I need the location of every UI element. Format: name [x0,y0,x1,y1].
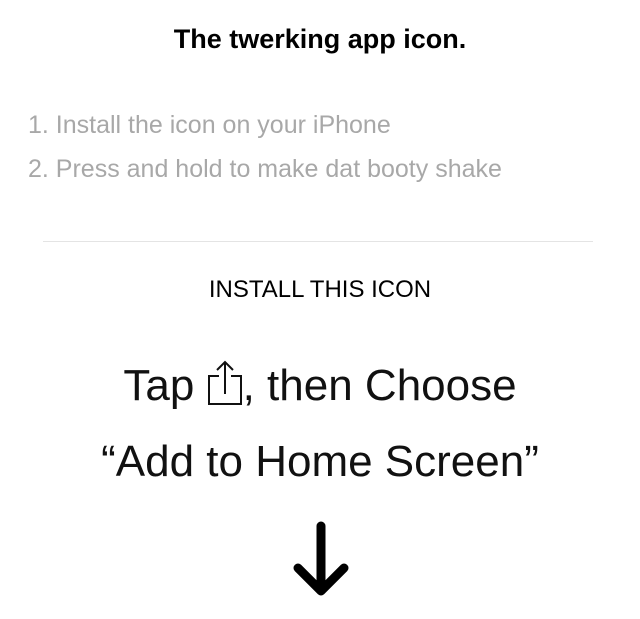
divider [43,241,593,242]
tap-text: Tap [123,361,195,410]
share-icon [207,360,242,405]
steps-list: 1. Install the icon on your iPhone 2. Pr… [28,108,502,196]
page-title: The twerking app icon. [173,24,467,54]
instruction-line-1: Tap , then Choose [0,358,640,411]
step-item: 2. Press and hold to make dat booty shak… [28,155,502,183]
install-heading: INSTALL THIS ICON [208,276,432,303]
then-choose-text: , then Choose [242,361,517,410]
instruction-line-2: “Add to Home Screen” [101,437,539,486]
arrow-down-icon [293,521,349,596]
step-item: 1. Install the icon on your iPhone [28,111,391,139]
